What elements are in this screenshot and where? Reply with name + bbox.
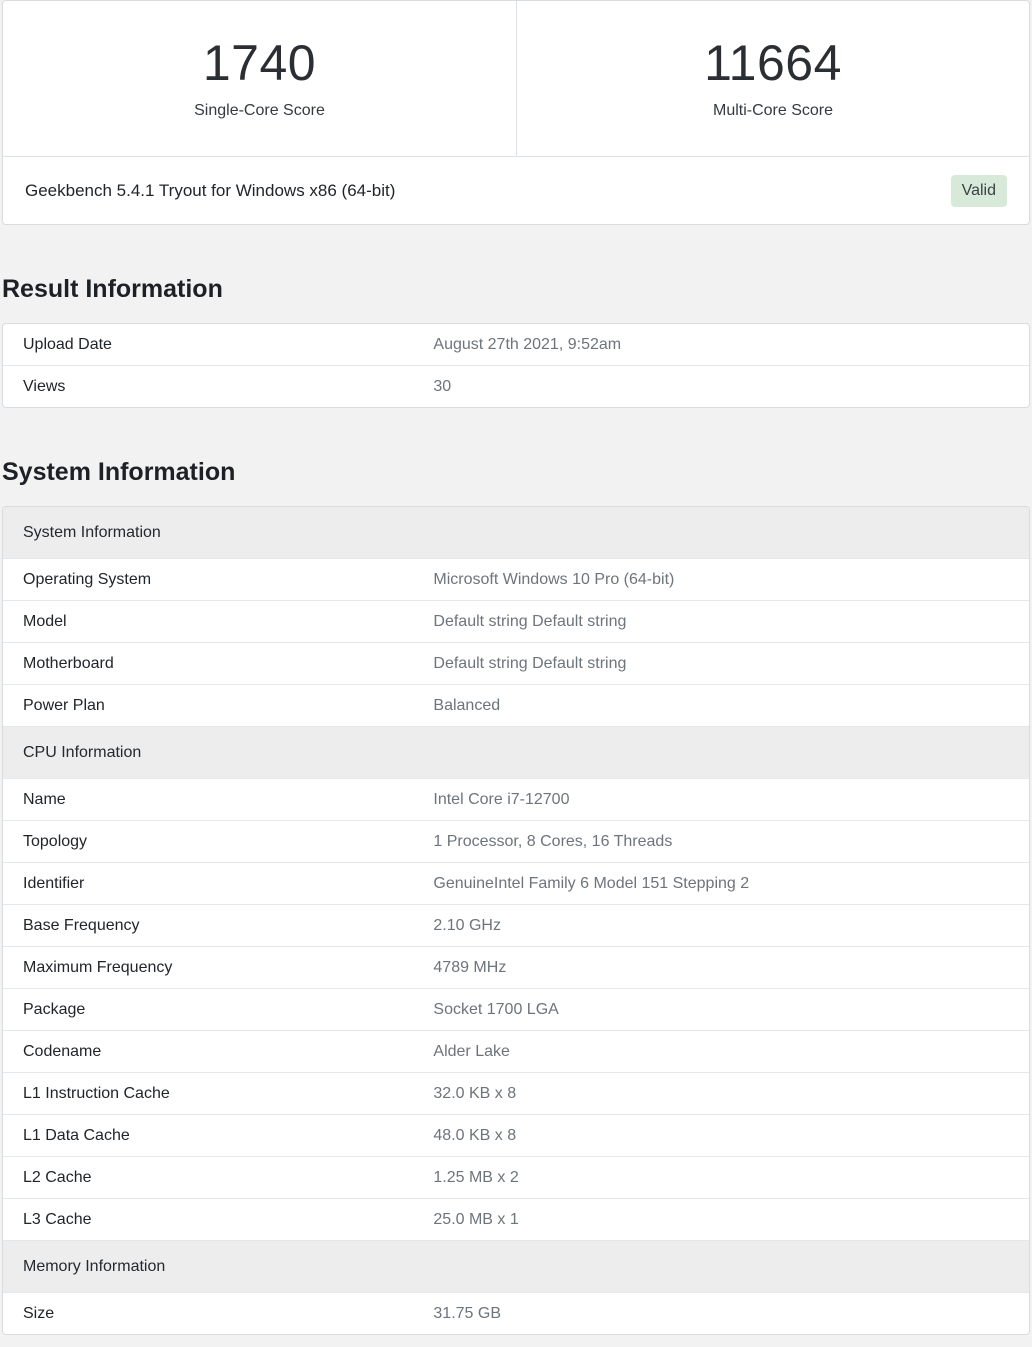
row-label: Model bbox=[23, 613, 67, 630]
row-label: Maximum Frequency bbox=[23, 959, 173, 976]
system-information-section: System Information System Information Ope… bbox=[2, 458, 1030, 1335]
table-row: Power Plan Balanced bbox=[3, 684, 1029, 727]
table-row: Codename Alder Lake bbox=[3, 1030, 1029, 1073]
table-group-header-row: Memory Information bbox=[3, 1240, 1029, 1293]
result-information-section: Result Information Upload Date August 27t… bbox=[2, 275, 1030, 408]
row-value: August 27th 2021, 9:52am bbox=[433, 336, 622, 353]
score-row: 1740 Single-Core Score 11664 Multi-Core … bbox=[3, 1, 1029, 156]
row-value: Default string Default string bbox=[433, 613, 627, 630]
table-row: Views 30 bbox=[3, 365, 1029, 408]
row-label: L1 Instruction Cache bbox=[23, 1085, 170, 1102]
table-row: L3 Cache 25.0 MB x 1 bbox=[3, 1198, 1029, 1241]
table-group-header-row: System Information bbox=[3, 507, 1029, 559]
row-label: L1 Data Cache bbox=[23, 1127, 130, 1144]
multi-core-score-box: 11664 Multi-Core Score bbox=[516, 1, 1029, 156]
row-label: Name bbox=[23, 791, 66, 808]
row-value: Default string Default string bbox=[433, 655, 627, 672]
row-value: 2.10 GHz bbox=[433, 917, 501, 934]
row-value: 48.0 KB x 8 bbox=[433, 1127, 517, 1144]
single-core-score-label: Single-Core Score bbox=[194, 102, 325, 119]
benchmark-result-page: 1740 Single-Core Score 11664 Multi-Core … bbox=[0, 0, 1032, 1335]
result-information-heading: Result Information bbox=[2, 275, 223, 303]
row-label: L2 Cache bbox=[23, 1169, 92, 1186]
system-information-table: System Information Operating System Micros… bbox=[3, 507, 1029, 1334]
row-label: L3 Cache bbox=[23, 1211, 92, 1228]
result-information-table-card: Upload Date August 27th 2021, 9:52am Views… bbox=[2, 323, 1030, 408]
table-row: Base Frequency 2.10 GHz bbox=[3, 904, 1029, 947]
row-value: Alder Lake bbox=[433, 1043, 510, 1060]
row-value: 31.75 GB bbox=[433, 1305, 501, 1322]
table-row: L1 Data Cache 48.0 KB x 8 bbox=[3, 1114, 1029, 1157]
result-information-table: Upload Date August 27th 2021, 9:52am Views… bbox=[3, 324, 1029, 407]
table-row: Motherboard Default string Default string bbox=[3, 642, 1029, 685]
row-value: Socket 1700 LGA bbox=[433, 1001, 559, 1018]
table-row: Size 31.75 GB bbox=[3, 1292, 1029, 1335]
row-value: 1.25 MB x 2 bbox=[433, 1169, 519, 1186]
row-label: Topology bbox=[23, 833, 88, 850]
row-label: Operating System bbox=[23, 571, 152, 588]
valid-badge: Valid bbox=[950, 174, 1007, 207]
benchmark-title: Geekbench 5.4.1 Tryout for Windows x86 (… bbox=[25, 180, 396, 200]
row-label: Motherboard bbox=[23, 655, 114, 672]
row-label: Package bbox=[23, 1001, 86, 1018]
score-card: 1740 Single-Core Score 11664 Multi-Core … bbox=[2, 0, 1030, 225]
group-header: System Information bbox=[3, 507, 1029, 559]
table-row: Topology 1 Processor, 8 Cores, 16 Threads bbox=[3, 820, 1029, 863]
row-value: 25.0 MB x 1 bbox=[433, 1211, 519, 1228]
table-row: Model Default string Default string bbox=[3, 600, 1029, 643]
row-value: Microsoft Windows 10 Pro (64-bit) bbox=[433, 571, 675, 588]
system-information-heading: System Information bbox=[2, 458, 236, 486]
system-information-table-card: System Information Operating System Micros… bbox=[2, 506, 1030, 1335]
table-row: Package Socket 1700 LGA bbox=[3, 988, 1029, 1031]
multi-core-score-value: 11664 bbox=[704, 35, 842, 91]
row-label: Codename bbox=[23, 1043, 102, 1060]
group-header: Memory Information bbox=[3, 1240, 1029, 1293]
row-value: Intel Core i7-12700 bbox=[433, 791, 570, 808]
row-value: 30 bbox=[433, 378, 452, 395]
single-core-score-box: 1740 Single-Core Score bbox=[3, 1, 516, 156]
single-core-score-value: 1740 bbox=[202, 35, 317, 91]
table-row: Maximum Frequency 4789 MHz bbox=[3, 946, 1029, 989]
table-row: Identifier GenuineIntel Family 6 Model 15… bbox=[3, 862, 1029, 905]
table-row: Name Intel Core i7-12700 bbox=[3, 778, 1029, 821]
benchmark-version-row: Geekbench 5.4.1 Tryout for Windows x86 (… bbox=[3, 156, 1029, 224]
row-label: Views bbox=[23, 378, 66, 395]
table-row: L1 Instruction Cache 32.0 KB x 8 bbox=[3, 1072, 1029, 1115]
group-header: CPU Information bbox=[3, 726, 1029, 779]
row-value: Balanced bbox=[433, 697, 501, 714]
row-label: Upload Date bbox=[23, 336, 112, 353]
row-label: Size bbox=[23, 1305, 55, 1322]
row-value: 4789 MHz bbox=[433, 959, 507, 976]
row-value: GenuineIntel Family 6 Model 151 Stepping… bbox=[433, 875, 750, 892]
row-label: Power Plan bbox=[23, 697, 105, 714]
table-row: L2 Cache 1.25 MB x 2 bbox=[3, 1156, 1029, 1199]
row-label: Base Frequency bbox=[23, 917, 140, 934]
row-value: 32.0 KB x 8 bbox=[433, 1085, 517, 1102]
table-row: Upload Date August 27th 2021, 9:52am bbox=[3, 324, 1029, 366]
row-label: Identifier bbox=[23, 875, 85, 892]
row-value: 1 Processor, 8 Cores, 16 Threads bbox=[433, 833, 673, 850]
table-group-header-row: CPU Information bbox=[3, 726, 1029, 779]
multi-core-score-label: Multi-Core Score bbox=[712, 102, 834, 119]
table-row: Operating System Microsoft Windows 10 Pro… bbox=[3, 558, 1029, 601]
